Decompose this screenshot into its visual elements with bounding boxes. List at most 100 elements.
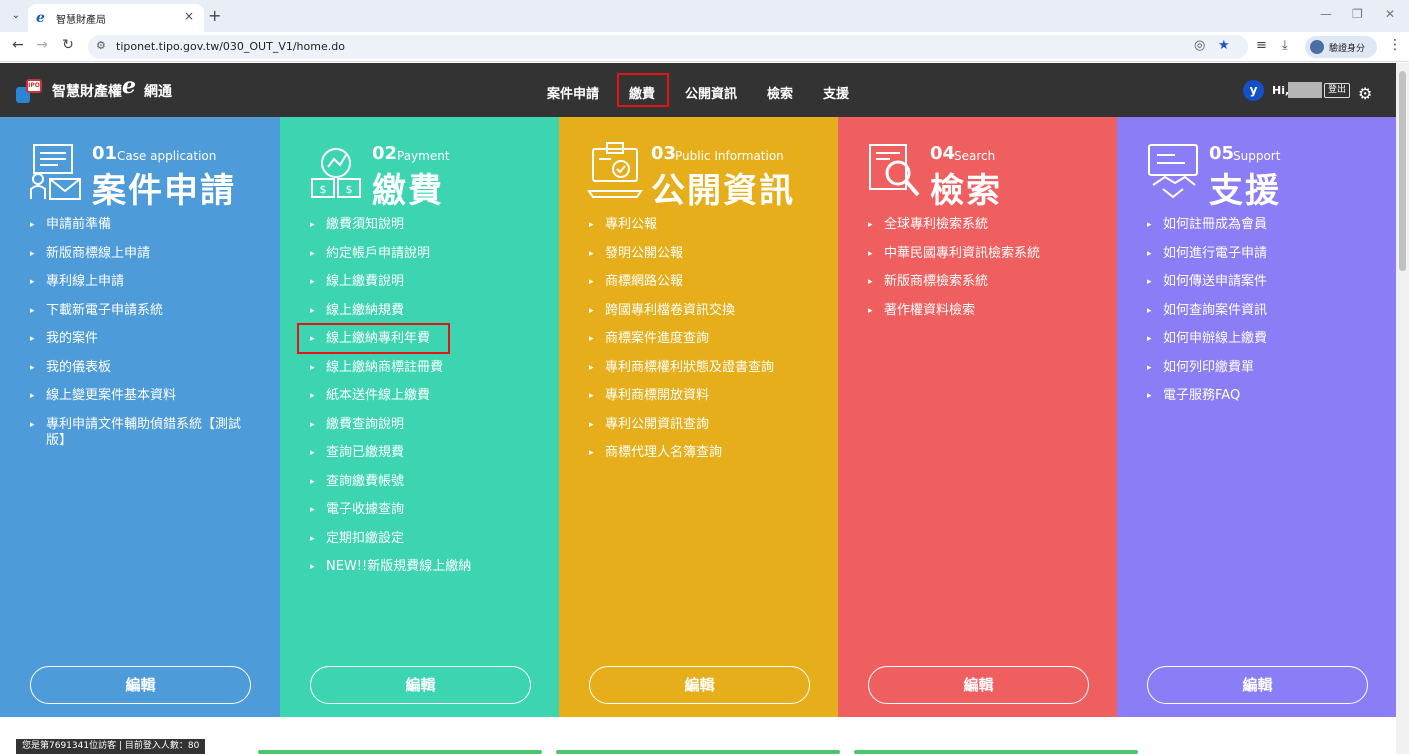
close-tab-icon[interactable]: × [184,9,194,23]
list-item[interactable]: 如何進行電子申請 [1147,246,1377,262]
link-list: 繳費須知說明 約定帳戶申請說明 線上繳費說明 線上繳納規費 線上繳納專利年費 線… [310,217,540,588]
list-item[interactable]: 全球專利檢索系統 [868,217,1098,233]
list-item[interactable]: 如何申辦線上繳費 [1147,331,1377,347]
nav-public-information[interactable]: 公開資訊 [685,83,737,102]
redacted-username [1288,82,1322,98]
logo-text-2[interactable]: 網通 [144,81,172,101]
new-tab-icon[interactable]: + [208,6,221,25]
list-item[interactable]: 線上繳納規費 [310,303,540,319]
list-item[interactable]: 我的案件 [30,331,260,347]
edit-button[interactable]: 編輯 [589,666,810,704]
list-item[interactable]: 電子服務FAQ [1147,388,1377,404]
user-avatar[interactable]: y [1243,80,1264,101]
column-english-title: Payment [397,149,450,163]
column-title: 檢索 [930,163,1002,212]
column-number: 02 [372,143,397,164]
list-item[interactable]: 跨國專利檔卷資訊交換 [589,303,819,319]
back-icon[interactable]: ← [8,37,28,53]
list-item[interactable]: 新版商標檢索系統 [868,274,1098,290]
list-item[interactable]: 商標網路公報 [589,274,819,290]
list-item[interactable]: 我的儀表板 [30,360,260,376]
minimize-icon[interactable]: — [1320,7,1332,21]
list-item[interactable]: 中華民國專利資訊檢索系統 [868,246,1098,262]
browser-tab-strip: ⌄ e 智慧財產局 × + — ❐ ✕ [0,0,1409,32]
edit-button[interactable]: 編輯 [1147,666,1368,704]
browser-tab[interactable]: e 智慧財產局 × [28,4,204,32]
column-title: 案件申請 [92,163,236,212]
column-title: 支援 [1209,163,1281,212]
nav-support[interactable]: 支援 [823,83,849,102]
nav-case-application[interactable]: 案件申請 [547,83,599,102]
reload-icon[interactable]: ↻ [58,37,78,53]
column-support: 05 Support 支援 如何註冊成為會員 如何進行電子申請 如何傳送申請案件… [1117,117,1396,717]
site-header: IPO 智慧財產權 e 網通 案件申請 繳費 公開資訊 檢索 支援 y Hi, … [0,63,1396,117]
column-payment: $ $ 02 Payment 繳費 繳費須知說明 約定帳戶申請說明 線上繳費說明… [280,117,559,717]
list-item[interactable]: 線上繳費說明 [310,274,540,290]
scrollbar-thumb[interactable] [1399,71,1406,271]
visitor-counter: 您是第7691341位訪客 | 目前登入人數：80 [16,739,205,754]
list-item[interactable]: 查詢繳費帳號 [310,474,540,490]
list-item[interactable]: 電子收據查詢 [310,502,540,518]
list-item[interactable]: 專利商標權利狀態及證書查詢 [589,360,819,376]
edit-button[interactable]: 編輯 [30,666,251,704]
reading-list-icon[interactable]: ≡ [1256,38,1267,53]
nav-search[interactable]: 檢索 [767,83,793,102]
tipo-logo-icon[interactable]: IPO [16,79,44,103]
list-item[interactable]: 如何註冊成為會員 [1147,217,1377,233]
edit-button[interactable]: 編輯 [310,666,531,704]
column-english-title: Case application [117,149,216,163]
column-english-title: Public Information [675,149,784,163]
profile-button[interactable]: 驗證身分 [1305,36,1377,58]
list-item[interactable]: 新版商標線上申請 [30,246,260,262]
tab-search-button[interactable]: ⌄ [8,8,24,24]
list-item[interactable]: 發明公開公報 [589,246,819,262]
list-item[interactable]: 著作權資料檢索 [868,303,1098,319]
eye-off-icon[interactable]: ◎ [1194,38,1205,53]
list-item[interactable]: 查詢已繳規費 [310,445,540,461]
list-item[interactable]: 線上繳納商標註冊費 [310,360,540,376]
list-item[interactable]: 如何傳送申請案件 [1147,274,1377,290]
list-item[interactable]: 繳費查詢說明 [310,417,540,433]
column-search: 04 Search 檢索 全球專利檢索系統 中華民國專利資訊檢索系統 新版商標檢… [838,117,1117,717]
tab-title: 智慧財產局 [56,11,106,26]
list-item[interactable]: 專利線上申請 [30,274,260,290]
list-item[interactable]: 約定帳戶申請說明 [310,246,540,262]
list-item[interactable]: 定期扣繳設定 [310,531,540,547]
search-icon [866,141,922,201]
list-item[interactable]: 專利商標開放資料 [589,388,819,404]
link-list: 專利公報 發明公開公報 商標網路公報 跨國專利檔卷資訊交換 商標案件進度查詢 專… [589,217,819,474]
close-window-icon[interactable]: ✕ [1385,7,1395,21]
list-item[interactable]: 繳費須知說明 [310,217,540,233]
more-menu-icon[interactable]: ⋮ [1388,37,1402,53]
list-item[interactable]: 商標代理人名簿查詢 [589,445,819,461]
profile-label: 驗證身分 [1329,41,1365,54]
list-item[interactable]: 申請前準備 [30,217,260,233]
list-item[interactable]: NEW!!新版規費線上繳納 [310,559,540,575]
url-field[interactable]: ⚙ tiponet.tipo.gov.tw/030_OUT_V1/home.do… [88,35,1248,59]
url-text: tiponet.tipo.gov.tw/030_OUT_V1/home.do [116,40,345,53]
payment-icon: $ $ [308,141,364,201]
bottom-card-strip [556,750,840,754]
gear-icon[interactable]: ⚙ [1358,84,1372,103]
restore-icon[interactable]: ❐ [1352,7,1363,21]
list-item[interactable]: 專利公報 [589,217,819,233]
list-item[interactable]: 商標案件進度查詢 [589,331,819,347]
page-scrollbar[interactable] [1396,63,1409,754]
list-item[interactable]: 專利申請文件輔助偵錯系統【測試版】 [30,417,260,449]
list-item[interactable]: 專利公開資訊查詢 [589,417,819,433]
column-public-information: 03 Public Information 公開資訊 專利公報 發明公開公報 商… [559,117,838,717]
site-info-icon[interactable]: ⚙ [96,39,106,52]
download-icon[interactable]: ⤓ [1282,38,1288,53]
list-item[interactable]: 如何列印繳費單 [1147,360,1377,376]
forward-icon[interactable]: → [32,37,52,53]
logo-e[interactable]: e [122,73,136,99]
list-item[interactable]: 下載新電子申請系統 [30,303,260,319]
column-title: 繳費 [372,163,444,212]
logo-text[interactable]: 智慧財產權 [52,81,122,101]
list-item[interactable]: 如何查詢案件資訊 [1147,303,1377,319]
edit-button[interactable]: 編輯 [868,666,1089,704]
bookmark-star-icon[interactable]: ★ [1218,38,1230,53]
list-item[interactable]: 紙本送件線上繳費 [310,388,540,404]
logout-button[interactable]: 登出 [1324,83,1350,98]
list-item[interactable]: 線上變更案件基本資料 [30,388,260,404]
